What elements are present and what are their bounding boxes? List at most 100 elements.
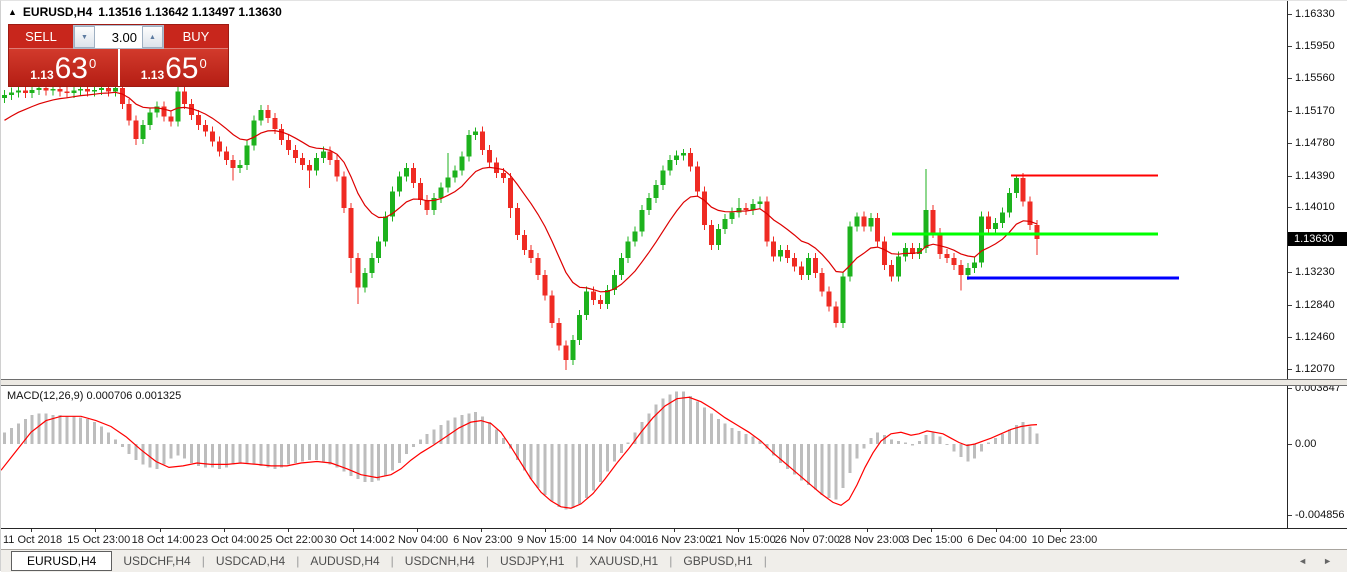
- tab-audusd-h4[interactable]: AUDUSD,H4: [299, 554, 390, 568]
- candle-body: [328, 152, 333, 160]
- candle-body: [231, 160, 236, 168]
- macd-histogram-bar: [488, 422, 491, 444]
- macd-histogram-bar: [537, 444, 540, 488]
- macd-histogram-bar: [855, 444, 858, 459]
- price-axis-label: 1.14010: [1295, 201, 1335, 213]
- macd-histogram-bar: [530, 444, 533, 479]
- macd-histogram-bar: [613, 444, 616, 462]
- macd-histogram-bar: [745, 434, 748, 444]
- one-click-trading-panel: SELL ▼ ▲ BUY 1.13630 1.13650: [9, 25, 228, 86]
- tabs-scroll-left-icon[interactable]: ◄: [1298, 556, 1307, 566]
- ask-price-big: 65: [165, 57, 198, 82]
- macd-axis-label: 0.00: [1295, 438, 1316, 450]
- macd-histogram-bar: [862, 444, 865, 448]
- price-axis[interactable]: 1.163301.159501.155601.151701.147801.143…: [1287, 1, 1347, 528]
- candle-body: [224, 152, 229, 160]
- tab-usdcad-h4[interactable]: USDCAD,H4: [205, 554, 296, 568]
- candle-body: [778, 250, 783, 257]
- macd-histogram-bar: [925, 435, 928, 444]
- symbol-collapse-icon[interactable]: ▲: [8, 7, 17, 17]
- candle-body: [854, 217, 859, 227]
- candle-body: [383, 217, 388, 242]
- macd-histogram-bar: [821, 444, 824, 495]
- candle-body: [300, 158, 305, 165]
- macd-histogram-bar: [738, 431, 741, 444]
- time-axis-label: 3 Dec 15:00: [903, 534, 962, 546]
- time-axis-tick: [996, 529, 997, 532]
- candle-body: [543, 275, 548, 296]
- panel-divider[interactable]: [1, 379, 1347, 386]
- candle-body: [660, 171, 665, 185]
- macd-histogram-bar: [495, 429, 498, 444]
- volume-increase-button[interactable]: ▲: [142, 26, 163, 48]
- buy-button[interactable]: BUY: [164, 25, 228, 49]
- candle-body: [99, 88, 104, 90]
- tab-usdcnh-h4[interactable]: USDCNH,H4: [394, 554, 486, 568]
- macd-histogram-bar: [564, 444, 567, 510]
- candle-body: [577, 315, 582, 340]
- tabs-scroll-right-icon[interactable]: ►: [1323, 556, 1332, 566]
- candle-body: [882, 242, 887, 265]
- time-axis-tick: [160, 529, 161, 532]
- candle-body: [598, 300, 603, 304]
- volume-decrease-button[interactable]: ▼: [74, 26, 95, 48]
- candle-body: [106, 88, 111, 91]
- candle-body: [2, 95, 7, 98]
- macd-histogram-bar: [114, 440, 117, 444]
- candle-body: [681, 153, 686, 156]
- candle-body: [868, 218, 873, 226]
- macd-histogram-bar: [218, 444, 221, 469]
- macd-histogram-bar: [273, 444, 276, 469]
- macd-histogram-bar: [405, 444, 408, 454]
- ask-price-display[interactable]: 1.13650: [120, 49, 229, 86]
- macd-histogram-bar: [939, 437, 942, 444]
- macd-histogram-bar: [544, 444, 547, 495]
- sell-button[interactable]: SELL: [9, 25, 73, 49]
- candle-body: [321, 152, 326, 159]
- time-axis-label: 6 Nov 23:00: [453, 534, 512, 546]
- macd-histogram-bar: [252, 444, 255, 464]
- macd-histogram-bar: [176, 444, 179, 456]
- macd-histogram-bar: [710, 413, 713, 444]
- price-axis-label: 1.16330: [1295, 8, 1335, 20]
- bid-price-display[interactable]: 1.13630: [9, 49, 118, 86]
- candle-body: [51, 89, 56, 91]
- macd-histogram-bar: [904, 443, 907, 444]
- tab-gbpusd-h1[interactable]: GBPUSD,H1: [672, 554, 763, 568]
- macd-histogram-bar: [1001, 434, 1004, 444]
- time-axis-tick: [803, 529, 804, 532]
- macd-histogram-bar: [848, 444, 851, 473]
- volume-input[interactable]: [95, 26, 142, 48]
- candle-body: [1021, 178, 1026, 201]
- macd-histogram-bar: [3, 432, 6, 444]
- macd-histogram-bar: [17, 424, 20, 444]
- macd-histogram-bar: [966, 444, 969, 462]
- candle-body: [764, 202, 769, 242]
- candle-body: [1000, 212, 1005, 223]
- candle-body: [626, 242, 631, 259]
- tab-xauusd-h1[interactable]: XAUUSD,H1: [579, 554, 670, 568]
- current-price-label: 1.13630: [1288, 232, 1347, 246]
- candle-body: [78, 89, 83, 91]
- tab-usdjpy-h1[interactable]: USDJPY,H1: [489, 554, 575, 568]
- macd-histogram-bar: [162, 444, 165, 464]
- chart-window: ▲ EURUSD,H4 1.13516 1.13642 1.13497 1.13…: [0, 0, 1347, 571]
- macd-histogram-bar: [932, 432, 935, 444]
- macd-histogram-bar: [100, 426, 103, 444]
- candle-body: [466, 135, 471, 157]
- macd-histogram-bar: [869, 438, 872, 444]
- tab-usdchf-h4[interactable]: USDCHF,H4: [112, 554, 201, 568]
- candle-body: [806, 258, 811, 275]
- candle-body: [986, 217, 991, 230]
- candle-body: [667, 160, 672, 171]
- macd-histogram-bar: [502, 438, 505, 444]
- time-axis-tick: [545, 529, 546, 532]
- candle-body: [245, 146, 250, 165]
- macd-histogram-bar: [363, 444, 366, 482]
- candle-body: [951, 258, 956, 265]
- time-axis[interactable]: 11 Oct 201815 Oct 23:0018 Oct 14:0023 Oc…: [1, 528, 1347, 549]
- candle-body: [1007, 193, 1012, 212]
- tab-eurusd-h4[interactable]: EURUSD,H4: [11, 551, 112, 571]
- macd-histogram-bar: [474, 412, 477, 444]
- macd-histogram-bar: [467, 413, 470, 444]
